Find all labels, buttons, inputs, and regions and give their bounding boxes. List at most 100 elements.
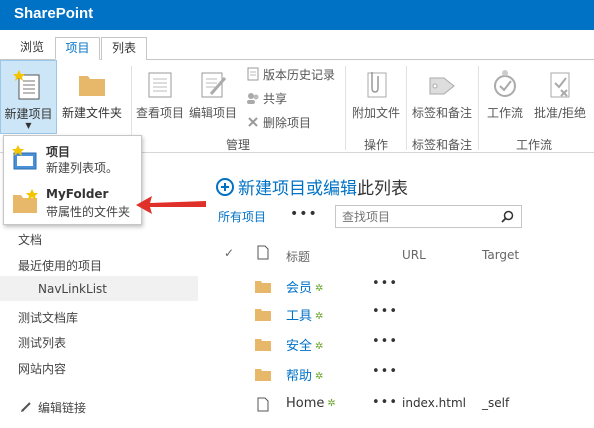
add-circle-icon bbox=[216, 178, 234, 196]
edit-links-button[interactable]: 编辑链接 bbox=[20, 399, 86, 416]
version-history-label: 版本历史记录 bbox=[263, 68, 336, 82]
new-item-edit-link[interactable]: 编辑 bbox=[323, 179, 357, 199]
folder-icon bbox=[255, 368, 271, 381]
attach-file-button[interactable]: 附加文件 bbox=[348, 68, 404, 121]
actions-group-label: 操作 bbox=[363, 138, 388, 152]
tags-group-label: 标签和备注 bbox=[411, 138, 472, 152]
tab-list[interactable]: 列表 bbox=[101, 37, 147, 60]
workflows-label: 工作流 bbox=[486, 106, 523, 120]
search-input[interactable] bbox=[342, 209, 492, 225]
row-url: index.html bbox=[402, 396, 466, 410]
view-item-label: 查看项目 bbox=[135, 106, 184, 120]
delete-item-label: 删除项目 bbox=[263, 116, 312, 130]
row-menu-ellipsis[interactable]: ••• bbox=[372, 304, 398, 319]
approve-icon bbox=[544, 68, 576, 100]
dropdown-item-title: 项目 bbox=[46, 145, 71, 159]
approve-reject-label: 批准/拒绝 bbox=[533, 106, 587, 120]
new-folder-button[interactable]: 新建文件夹 bbox=[60, 68, 124, 121]
row-title-text: 会员 bbox=[286, 281, 313, 296]
table-row[interactable]: 帮助 ✲ ••• bbox=[210, 362, 594, 390]
new-item-link[interactable]: 新建项目或编辑此列表 bbox=[216, 174, 408, 199]
dropdown-item-list-item[interactable]: 项目 新建列表项。 bbox=[4, 137, 141, 181]
brand-title[interactable]: SharePoint bbox=[14, 5, 93, 22]
folder-icon bbox=[255, 308, 271, 321]
row-title-link[interactable]: 会员 ✲ bbox=[286, 277, 323, 296]
dropdown-item-description: 带属性的文件夹 bbox=[46, 205, 131, 219]
edit-item-button[interactable]: 编辑项目 bbox=[188, 68, 238, 121]
nav-item-site-contents[interactable]: 网站内容 bbox=[18, 360, 66, 377]
nav-item-documents[interactable]: 文档 bbox=[18, 231, 42, 248]
nav-item-recent[interactable]: 最近使用的项目 bbox=[18, 257, 102, 274]
approve-reject-button[interactable]: 批准/拒绝 bbox=[530, 68, 590, 121]
tag-icon bbox=[426, 68, 458, 100]
edit-item-icon bbox=[197, 68, 229, 100]
view-item-icon bbox=[144, 68, 176, 100]
row-target: _self bbox=[482, 396, 510, 410]
tab-items[interactable]: 项目 bbox=[55, 37, 100, 60]
pencil-icon bbox=[20, 401, 32, 413]
chevron-down-icon: ▼ bbox=[25, 121, 32, 130]
row-title-link[interactable]: 工具 ✲ bbox=[286, 305, 323, 324]
new-badge-icon: ✲ bbox=[327, 398, 336, 409]
share-button[interactable]: 共享 bbox=[246, 90, 287, 108]
delete-item-button[interactable]: 删除项目 bbox=[246, 114, 311, 132]
row-title-text: 安全 bbox=[286, 339, 313, 354]
new-badge-icon: ✲ bbox=[315, 371, 324, 382]
column-target[interactable]: Target bbox=[482, 248, 519, 262]
new-badge-icon: ✲ bbox=[315, 341, 324, 352]
doc-type-header-icon bbox=[257, 245, 269, 263]
tags-notes-label: 标签和备注 bbox=[411, 106, 472, 120]
new-item-prefix: 新建项目或 bbox=[238, 179, 323, 199]
annotation-arrow-icon bbox=[136, 192, 208, 221]
row-menu-ellipsis[interactable]: ••• bbox=[372, 395, 398, 410]
nav-item-test-list[interactable]: 测试列表 bbox=[18, 334, 66, 351]
row-title-link[interactable]: 安全 ✲ bbox=[286, 335, 323, 354]
new-item-icon bbox=[12, 69, 45, 101]
row-menu-ellipsis[interactable]: ••• bbox=[372, 334, 398, 349]
dropdown-item-title: MyFolder bbox=[46, 187, 109, 201]
manage-group-label: 管理 bbox=[225, 138, 250, 152]
dropdown-item-description: 新建列表项。 bbox=[46, 161, 119, 175]
dropdown-item-myfolder[interactable]: MyFolder 带属性的文件夹 bbox=[4, 181, 141, 225]
new-item-suffix: 此列表 bbox=[357, 179, 408, 199]
row-title-link[interactable]: 帮助 ✲ bbox=[286, 365, 323, 384]
version-history-icon bbox=[246, 67, 260, 81]
table-row[interactable]: 会员 ✲ ••• bbox=[210, 274, 594, 302]
workflow-icon bbox=[489, 68, 521, 100]
row-menu-ellipsis[interactable]: ••• bbox=[372, 276, 398, 291]
column-url[interactable]: URL bbox=[402, 248, 426, 262]
folder-icon bbox=[76, 68, 108, 100]
search-icon[interactable] bbox=[501, 210, 514, 223]
table-row[interactable]: 安全 ✲ ••• bbox=[210, 332, 594, 360]
separator bbox=[478, 66, 479, 150]
attach-file-label: 附加文件 bbox=[351, 106, 400, 120]
view-item-button[interactable]: 查看项目 bbox=[135, 68, 185, 121]
row-title-link[interactable]: Home ✲ bbox=[286, 396, 336, 411]
row-menu-ellipsis[interactable]: ••• bbox=[372, 364, 398, 379]
new-item-dropdown: 项目 新建列表项。 MyFolder 带属性的文件夹 bbox=[3, 135, 142, 225]
view-menu-ellipsis[interactable]: ••• bbox=[290, 206, 318, 222]
new-item-button[interactable]: 新建项目 ▼ bbox=[0, 60, 57, 134]
table-row[interactable]: Home ✲ ••• index.html _self bbox=[210, 393, 594, 421]
version-history-button[interactable]: 版本历史记录 bbox=[246, 66, 335, 84]
tags-notes-button[interactable]: 标签和备注 bbox=[408, 68, 476, 121]
tab-browse[interactable]: 浏览 bbox=[12, 37, 52, 60]
view-all-items[interactable]: 所有项目 bbox=[218, 208, 266, 225]
folder-icon bbox=[12, 189, 38, 215]
suite-bar: SharePoint bbox=[0, 0, 594, 30]
search-box[interactable] bbox=[335, 205, 522, 228]
column-title[interactable]: 标题 bbox=[286, 248, 310, 265]
new-badge-icon: ✲ bbox=[315, 283, 324, 294]
table-row[interactable]: 工具 ✲ ••• bbox=[210, 302, 594, 330]
select-all-check-icon[interactable]: ✓ bbox=[224, 246, 234, 260]
paperclip-icon bbox=[360, 68, 392, 100]
share-icon bbox=[246, 91, 260, 105]
nav-item-navlinklist[interactable]: NavLinkList bbox=[38, 282, 107, 296]
folder-icon bbox=[255, 338, 271, 351]
new-item-icon bbox=[12, 145, 38, 171]
row-title-text: 帮助 bbox=[286, 369, 313, 384]
main-content: 新建项目或编辑此列表 所有项目 ••• ✓ 标题 URL Target 会员✲ … bbox=[210, 170, 594, 428]
workflows-button[interactable]: 工作流 bbox=[482, 68, 528, 121]
nav-item-test-library[interactable]: 测试文档库 bbox=[18, 309, 78, 326]
folder-icon bbox=[255, 280, 271, 293]
